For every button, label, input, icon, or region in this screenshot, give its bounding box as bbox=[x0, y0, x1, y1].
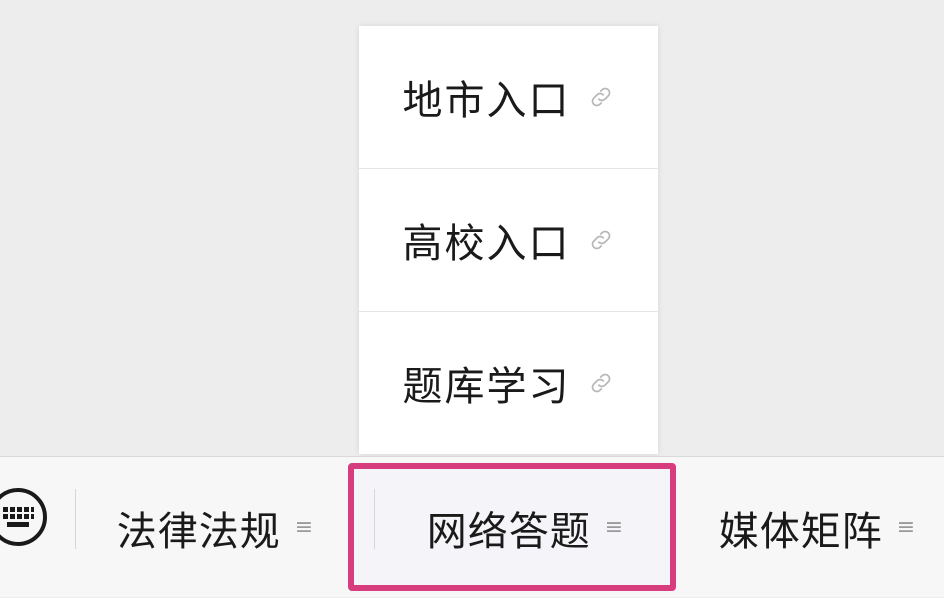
menu-label: 法律法规 bbox=[116, 508, 281, 555]
keyboard-toggle-button[interactable] bbox=[0, 485, 50, 549]
menu-lines-icon: ≡ bbox=[896, 515, 916, 540]
submenu-item-label: 地市入口 bbox=[402, 78, 571, 124]
submenu-item-tiku[interactable]: 题库学习 bbox=[359, 312, 658, 454]
link-icon bbox=[587, 83, 615, 111]
keyboard-icon bbox=[0, 488, 47, 546]
menu-label: 网络答题 bbox=[426, 508, 591, 555]
submenu-popup: 地市入口 高校入口 题库学习 bbox=[359, 26, 658, 454]
submenu-item-gaoxiao[interactable]: 高校入口 bbox=[359, 169, 658, 312]
bottom-menu-bar: 法律法规 ≡ 网络答题 ≡ 媒体矩阵 ≡ bbox=[0, 456, 944, 597]
submenu-item-dishi[interactable]: 地市入口 bbox=[359, 26, 658, 169]
menu-button-falvfagui[interactable]: 法律法规 ≡ bbox=[90, 457, 340, 598]
link-icon bbox=[587, 226, 615, 254]
menu-label: 媒体矩阵 bbox=[718, 508, 883, 555]
divider bbox=[374, 489, 375, 549]
menu-button-wangluodati[interactable]: 网络答题 ≡ bbox=[380, 457, 670, 598]
submenu-item-label: 题库学习 bbox=[402, 364, 571, 410]
link-icon bbox=[587, 369, 615, 397]
menu-lines-icon: ≡ bbox=[294, 515, 314, 540]
menu-lines-icon: ≡ bbox=[604, 515, 624, 540]
menu-button-meitijuzhen[interactable]: 媒体矩阵 ≡ bbox=[690, 457, 944, 598]
divider bbox=[75, 489, 76, 549]
submenu-item-label: 高校入口 bbox=[402, 221, 571, 267]
